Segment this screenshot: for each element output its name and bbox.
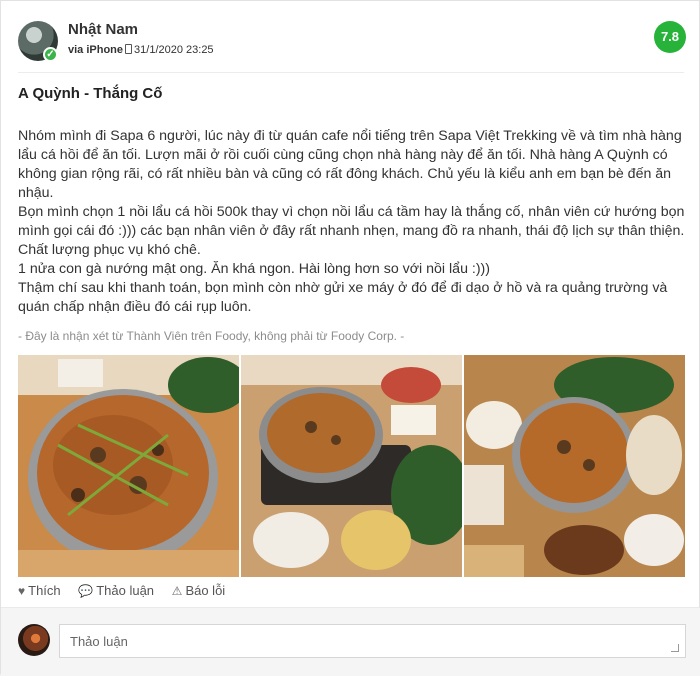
discuss-label: Thảo luận <box>96 583 155 598</box>
review-header: ✓ Nhật Nam via iPhone 31/1/2020 23:25 7.8 <box>1 1 700 71</box>
via-device: via iPhone <box>68 44 124 56</box>
speech-bubble-icon: 💬 <box>78 584 94 598</box>
review-card: ✓ Nhật Nam via iPhone 31/1/2020 23:25 7.8… <box>0 0 700 676</box>
review-title[interactable]: A Quỳnh - Thắng Cố <box>18 85 162 102</box>
user-name[interactable]: Nhật Nam <box>68 21 138 38</box>
review-paragraph: Nhóm mình đi Sapa 6 người, lúc này đi từ… <box>18 128 682 201</box>
photo-gallery <box>18 355 686 577</box>
post-timestamp: 31/1/2020 23:25 <box>134 44 214 56</box>
photo-hotpot-2[interactable] <box>241 355 462 577</box>
report-button[interactable]: ⚠ Báo lỗi <box>172 583 226 598</box>
phone-icon <box>125 44 133 54</box>
review-paragraph: 1 nửa con gà nướng mật ong. Ăn khá ngon.… <box>18 261 491 277</box>
post-meta: via iPhone 31/1/2020 23:25 <box>68 44 214 56</box>
review-score-badge: 7.8 <box>654 21 686 53</box>
current-user-avatar <box>18 624 50 656</box>
divider <box>18 72 684 73</box>
review-disclaimer: - Đây là nhận xét từ Thành Viên trên Foo… <box>18 329 405 343</box>
review-paragraph: Bọn mình chọn 1 nồi lẩu cá hồi 500k thay… <box>18 204 685 258</box>
review-actions: ♥ Thích 💬 Thảo luận ⚠ Báo lỗi <box>18 583 239 598</box>
verified-check-icon: ✓ <box>43 47 58 62</box>
discuss-button[interactable]: 💬 Thảo luận <box>78 583 154 598</box>
like-button[interactable]: ♥ Thích <box>18 583 61 598</box>
heart-icon: ♥ <box>18 584 26 598</box>
comment-input[interactable]: Thảo luận <box>59 624 686 658</box>
warning-icon: ⚠ <box>171 584 183 598</box>
comment-bar: Thảo luận <box>1 607 700 676</box>
photo-hotpot-3[interactable] <box>464 355 685 577</box>
review-body: Nhóm mình đi Sapa 6 người, lúc này đi từ… <box>18 127 686 317</box>
review-paragraph: Thậm chí sau khi thanh toán, bọn mình cò… <box>18 280 668 315</box>
like-label: Thích <box>28 583 61 598</box>
report-label: Báo lỗi <box>185 583 226 598</box>
photo-hotpot-1[interactable] <box>18 355 239 577</box>
resize-grip-icon[interactable] <box>671 644 679 652</box>
